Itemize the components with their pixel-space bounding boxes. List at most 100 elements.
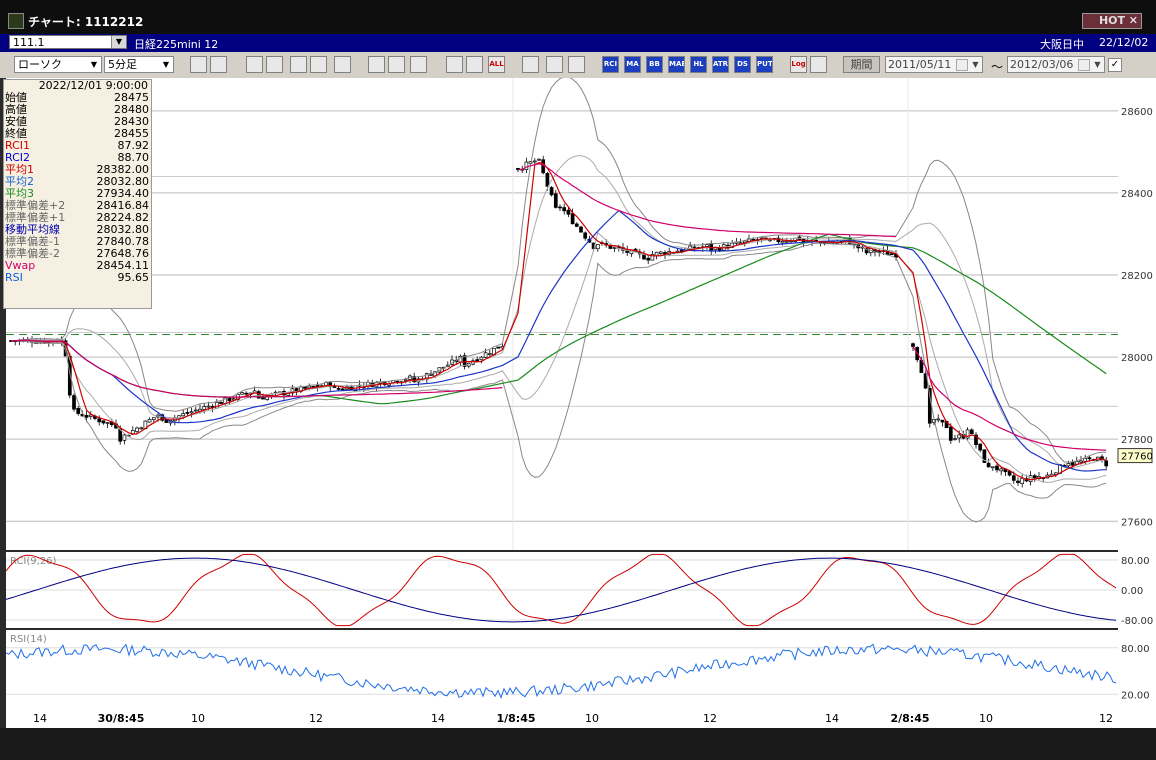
- date-to-value: 2012/03/06: [1010, 58, 1074, 71]
- candle-body: [936, 418, 941, 421]
- candle-body: [940, 419, 945, 423]
- candle-body: [948, 426, 953, 441]
- candle-body: [189, 411, 194, 414]
- candle-body: [957, 434, 962, 439]
- y-tick-label: 0.00: [1121, 586, 1143, 597]
- y-tick-label: 20.00: [1121, 690, 1150, 701]
- candle-body: [990, 466, 995, 469]
- chart-area[interactable]: 28600 28400 28200 28000 27800 27600 27760 80.00…: [0, 78, 1156, 728]
- info-panel: 2022/12/01 9:00:00 始値 28475 高値 28480 安値 28430…: [3, 79, 152, 309]
- candle-body: [181, 413, 186, 417]
- x-tick-label: 2/8:45: [890, 712, 929, 725]
- date-from-value: 2011/05/11: [888, 58, 952, 71]
- candle-body: [475, 359, 480, 362]
- toolbar-ds-button[interactable]: DS: [734, 56, 751, 73]
- toolbar-candle2-button[interactable]: [466, 56, 483, 73]
- toolbar-put-button[interactable]: PUT: [756, 56, 773, 73]
- candle-body: [479, 356, 484, 361]
- candle-body: [307, 385, 312, 389]
- date-from-checkbox[interactable]: [956, 59, 968, 71]
- toolbar-atr-button[interactable]: ATR: [712, 56, 729, 73]
- close-icon[interactable]: ✕: [1129, 14, 1138, 28]
- candle-body: [570, 213, 575, 225]
- candle-body: [524, 161, 529, 171]
- hot-button[interactable]: HOT ✕: [1082, 13, 1142, 29]
- chart-type-value: ローソク: [18, 58, 62, 71]
- candle-body: [244, 392, 249, 395]
- range-separator: 〜: [991, 60, 1004, 74]
- scroll-navigator[interactable]: [0, 728, 1156, 760]
- instrument-name: 日経225mini 12: [134, 38, 219, 51]
- candle-body: [483, 352, 488, 358]
- candle-body: [1083, 457, 1088, 462]
- toolbar-down-button[interactable]: [246, 56, 263, 73]
- candle-body: [780, 241, 785, 244]
- toolbar-img-button[interactable]: [290, 56, 307, 73]
- rsi-panel: [6, 630, 1118, 708]
- candle-body: [336, 388, 341, 390]
- candle-body: [679, 249, 684, 252]
- main-panel: [6, 78, 1118, 550]
- y-tick-label: 27600: [1121, 517, 1153, 528]
- candle-body: [1079, 460, 1083, 463]
- toolbar-undo-button[interactable]: [410, 56, 427, 73]
- x-tick-label: 14: [825, 712, 839, 725]
- candle-body: [545, 173, 550, 187]
- toolbar-candle-button[interactable]: [446, 56, 463, 73]
- candle-body: [193, 409, 198, 412]
- x-tick-label: 30/8:45: [98, 712, 145, 725]
- toolbar-zoom-in-button[interactable]: [266, 56, 283, 73]
- candle-body: [986, 462, 991, 468]
- candle-body: [562, 207, 567, 212]
- toolbar-log-button[interactable]: Log: [790, 56, 807, 73]
- toolbar-cross-button[interactable]: [210, 56, 227, 73]
- toolbar-rci-button[interactable]: RCI: [602, 56, 619, 73]
- toolbar-calc-button[interactable]: [334, 56, 351, 73]
- y-tick-label: -80.00: [1121, 616, 1153, 627]
- toolbar-ma-button[interactable]: MA: [624, 56, 641, 73]
- interval-select[interactable]: 5分足 ▼: [104, 56, 174, 73]
- toolbar-pen-button[interactable]: [546, 56, 563, 73]
- chevron-down-icon[interactable]: ▼: [88, 58, 100, 71]
- candle-body: [969, 429, 974, 435]
- x-tick-label: 1/8:45: [496, 712, 535, 725]
- candle-body: [583, 232, 588, 239]
- toolbar-all-button[interactable]: ALL: [488, 56, 505, 73]
- chevron-down-icon[interactable]: ▼: [1092, 58, 1103, 71]
- toolbar-split-button[interactable]: [310, 56, 327, 73]
- toolbar-bb-button[interactable]: BB: [646, 56, 663, 73]
- chevron-down-icon[interactable]: ▼: [160, 58, 172, 71]
- date-from-field[interactable]: 2011/05/11 ▼: [885, 56, 983, 73]
- date-to-checkbox[interactable]: [1078, 59, 1090, 71]
- candle-body: [1028, 475, 1033, 483]
- toolbar-pointer-button[interactable]: [388, 56, 405, 73]
- candle-body: [1032, 475, 1037, 479]
- info-row: RSI 95.65: [4, 272, 151, 284]
- candle-body: [147, 419, 152, 423]
- candle-body: [496, 346, 501, 349]
- toolbar-zoom-button[interactable]: [190, 56, 207, 73]
- info-key: RSI: [5, 271, 23, 284]
- candle-body: [642, 254, 646, 260]
- toolbar-mae-button[interactable]: MAE: [668, 56, 685, 73]
- toolbar-hl-button[interactable]: HL: [690, 56, 707, 73]
- toolbar-gear-button[interactable]: [522, 56, 539, 73]
- candle-body: [202, 406, 207, 410]
- toolbar-line-button[interactable]: [368, 56, 385, 73]
- chevron-down-icon[interactable]: ▼: [970, 58, 981, 71]
- candle-body: [219, 401, 223, 404]
- rci-title: RCI(9,26): [10, 556, 57, 567]
- toolbar-color-button[interactable]: [568, 56, 585, 73]
- symbol-select[interactable]: 111.1 ▼: [9, 35, 127, 49]
- current-price-label: 27760: [1121, 452, 1153, 463]
- period-button[interactable]: 期間: [843, 56, 880, 73]
- chart-type-select[interactable]: ローソク ▼: [14, 56, 102, 73]
- toolbar-exit-button[interactable]: [810, 56, 827, 73]
- window-title: チャート: 1112212: [28, 15, 144, 29]
- apply-check-icon[interactable]: ✓: [1108, 58, 1122, 72]
- candle-body: [566, 209, 571, 215]
- chart-app-icon: [8, 13, 24, 29]
- chevron-down-icon[interactable]: ▼: [111, 36, 126, 48]
- date-to-field[interactable]: 2012/03/06 ▼: [1007, 56, 1105, 73]
- info-value: 95.65: [117, 271, 150, 284]
